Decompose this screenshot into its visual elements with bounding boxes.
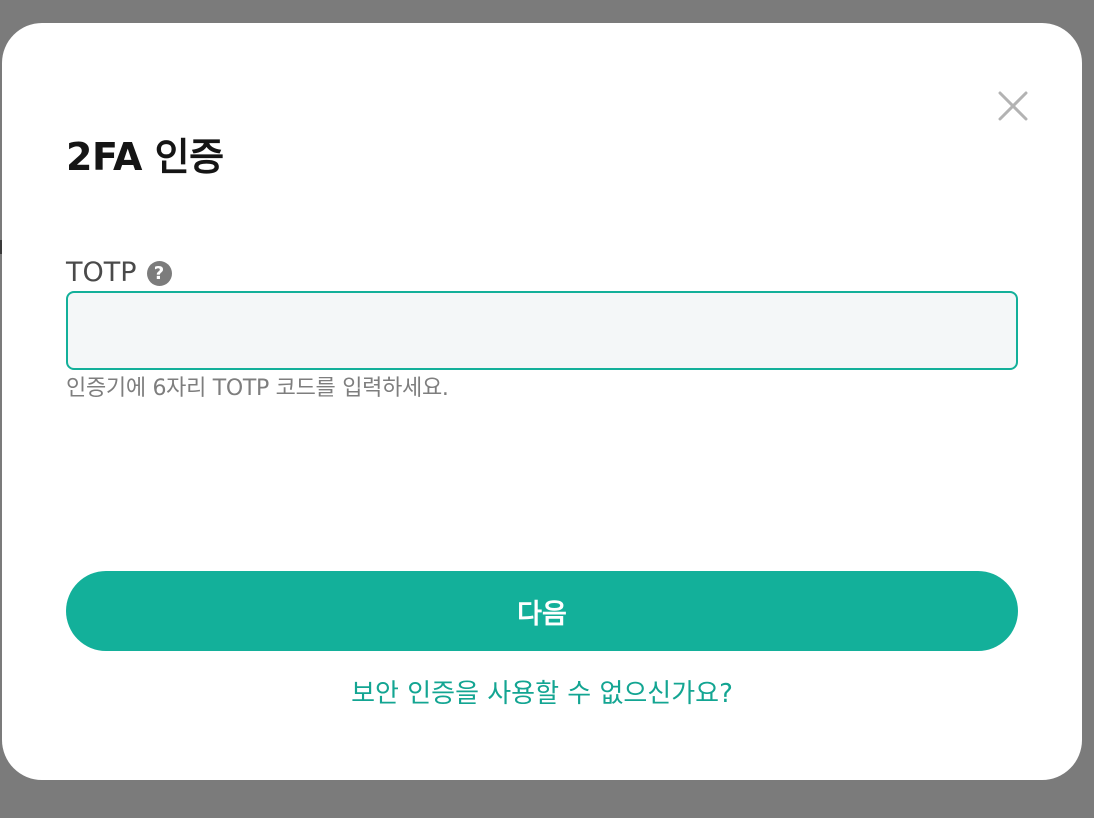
next-button[interactable]: 다음 xyxy=(66,571,1018,651)
totp-label-row: TOTP ? xyxy=(66,253,172,293)
two-factor-dialog: 2FA 인증 TOTP ? 인증기에 6자리 TOTP 코드를 입력하세요. 다… xyxy=(2,23,1082,780)
totp-label: TOTP xyxy=(66,257,137,288)
close-icon xyxy=(998,91,1028,121)
question-circle-icon[interactable]: ? xyxy=(146,260,172,286)
dialog-title: 2FA 인증 xyxy=(66,135,224,179)
totp-hint: 인증기에 6자리 TOTP 코드를 입력하세요. xyxy=(66,376,449,401)
close-button[interactable] xyxy=(994,87,1032,125)
cannot-use-security-verification-link[interactable]: 보안 인증을 사용할 수 없으신가요? xyxy=(66,675,1018,713)
totp-input[interactable] xyxy=(66,291,1018,370)
